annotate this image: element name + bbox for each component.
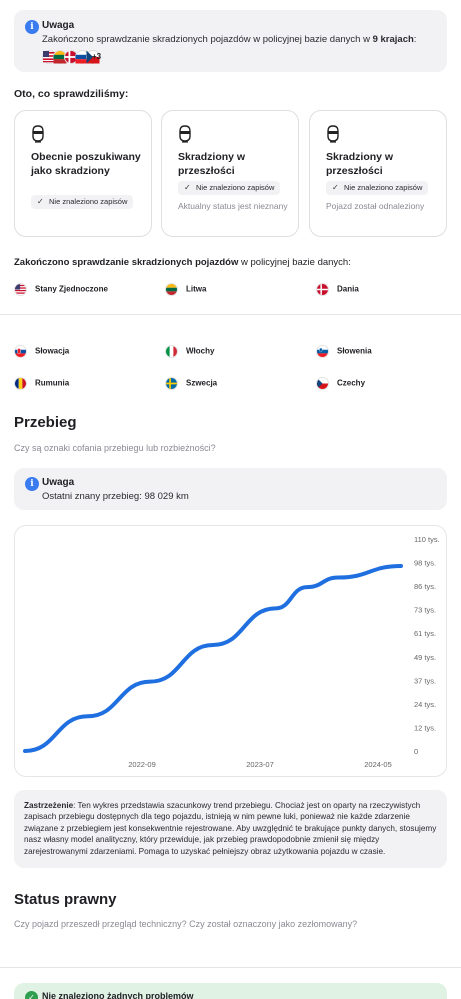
card-subtext: Aktualny status jest nieznany [178,201,288,211]
notice-text: Zakończono sprawdzanie skradzionych poja… [42,34,417,45]
notice-title: Uwaga [42,477,75,488]
slovakia-flag-icon [14,345,27,358]
y-tick-label: 24 tys. [414,700,436,709]
mileage-chart-svg: 110 tys. 98 tys. 86 tys. 73 tys. 61 tys. 49 t… [23,535,440,769]
y-tick-label: 37 tys. [414,676,436,685]
country-item: Dania [316,283,359,296]
card-title: Obecnie poszukiwany jako skradziony [31,151,141,177]
italy-flag-icon [165,345,178,358]
check-card-stolen-past-unknown: Skradziony w przeszłości Nie znaleziono … [161,110,299,237]
y-tick-label: 61 tys. [414,629,436,638]
mileage-series-line [23,563,403,753]
card-subtext: Pojazd został odnaleziony [326,201,425,211]
y-tick-label: 49 tys. [414,653,436,662]
y-tick-label: 86 tys. [414,582,436,591]
check-card-stolen-past-recovered: Skradziony w przeszłości Nie znaleziono … [309,110,447,237]
mileage-notice: i Uwaga Ostatni znany przebieg: 98 029 k… [14,468,447,510]
legal-status-title: Status prawny [14,891,117,908]
legal-status-ok-banner: ✓ Nie znaleziono żadnych problemów [14,983,447,999]
card-title: Skradziony w przeszłości [178,151,246,177]
database-heading: Zakończono sprawdzanie skradzionych poja… [14,257,351,268]
slovenia-flag-icon [316,345,329,358]
x-tick-label: 2022-09 [128,760,156,769]
country-item: Szwecja [165,377,217,390]
country-item: Włochy [165,345,214,358]
country-item: Słowenia [316,345,372,358]
x-tick-label: 2023-07 [246,760,274,769]
mileage-title: Przebieg [14,414,77,431]
thief-icon [327,125,339,143]
y-tick-label: 98 tys. [414,559,436,568]
no-records-chip: Nie znaleziono zapisów [326,181,429,195]
denmark-flag-icon [316,283,329,296]
y-tick-label: 110 tys. [414,535,440,544]
section-divider [0,967,461,968]
info-icon: i [25,477,39,491]
czechia-flag-icon [316,377,329,390]
section-divider [0,314,461,315]
legal-status-text: Nie znaleziono żadnych problemów [42,991,194,999]
country-item: Rumunia [14,377,69,390]
stolen-check-notice: i Uwaga Zakończono sprawdzanie skradzion… [14,10,447,72]
info-icon: i [25,20,39,34]
x-tick-label: 2024-05 [364,760,392,769]
no-records-chip: Nie znaleziono zapisów [178,181,281,195]
thief-icon [179,125,191,143]
lithuania-flag-icon [165,283,178,296]
card-title: Skradziony w przeszłości [326,151,394,177]
check-circle-icon: ✓ [25,991,38,999]
y-tick-label: 73 tys. [414,606,436,615]
country-item: Słowacja [14,345,69,358]
y-tick-label: 12 tys. [414,723,436,732]
checked-heading: Oto, co sprawdziliśmy: [14,88,129,100]
us-flag-icon [14,283,27,296]
sweden-flag-icon [165,377,178,390]
flag-stack: +3 [42,50,122,64]
notice-title: Uwaga [42,20,75,31]
country-item: Czechy [316,377,365,390]
country-item: Litwa [165,283,206,296]
thief-icon [32,125,44,143]
notice-text: Ostatni znany przebieg: 98 029 km [42,491,189,502]
more-countries-count: +3 [92,52,102,61]
no-records-chip: Nie znaleziono zapisów [31,195,134,209]
check-card-currently-stolen: Obecnie poszukiwany jako skradziony Nie … [14,110,152,237]
legal-status-subtitle: Czy pojazd przeszedł przegląd techniczny… [14,919,358,929]
mileage-chart: 110 tys. 98 tys. 86 tys. 73 tys. 61 tys. 49 t… [14,525,447,777]
country-item: Stany Zjednoczone [14,283,108,296]
mileage-subtitle: Czy są oznaki cofania przebiegu lub rozb… [14,443,216,453]
chart-disclaimer: Zastrzeżenie: Ten wykres przedstawia sza… [14,790,447,868]
y-tick-label: 0 [414,747,418,756]
romania-flag-icon [14,377,27,390]
